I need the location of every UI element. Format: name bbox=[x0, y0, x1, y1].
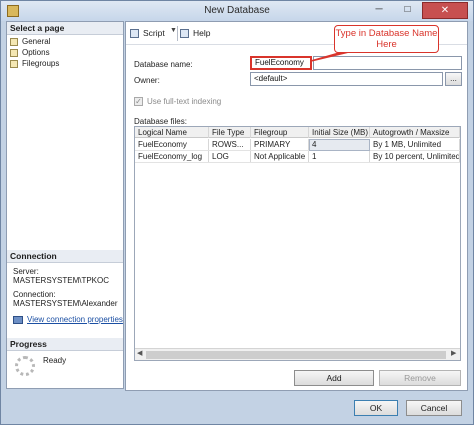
column-header[interactable]: Initial Size (MB) bbox=[309, 127, 370, 138]
title-bar: New Database ─ □ ✕ bbox=[1, 1, 473, 21]
column-header[interactable]: File Type bbox=[209, 127, 251, 138]
column-header[interactable]: Filegroup bbox=[251, 127, 309, 138]
script-dropdown-arrow[interactable]: ▼ bbox=[170, 27, 177, 34]
cell-filegroup[interactable]: Not Applicable bbox=[251, 151, 309, 162]
scroll-left-arrow-icon[interactable]: ◀ bbox=[137, 349, 142, 357]
database-files-grid: Logical Name File Type Filegroup Initial… bbox=[134, 126, 461, 361]
script-icon bbox=[130, 29, 139, 38]
page-icon bbox=[10, 38, 18, 46]
add-button[interactable]: Add bbox=[294, 370, 374, 386]
cell-file-type[interactable]: LOG bbox=[209, 151, 251, 162]
database-name-label: Database name: bbox=[134, 60, 193, 69]
page-filegroups-label: Filegroups bbox=[22, 59, 60, 68]
right-pane: Script ▼ Help Database name: FuelEconomy… bbox=[125, 21, 468, 391]
scroll-right-arrow-icon[interactable]: ▶ bbox=[451, 349, 456, 357]
database-name-input-extension[interactable] bbox=[313, 56, 462, 70]
table-row[interactable]: FuelEconomy_log LOG Not Applicable 1 By … bbox=[135, 151, 460, 163]
remove-button[interactable]: Remove bbox=[379, 370, 461, 386]
page-general-label: General bbox=[22, 37, 51, 46]
left-pane: Select a page General Options Filegroups… bbox=[6, 21, 124, 389]
select-page-header: Select a page bbox=[7, 22, 123, 35]
fulltext-label: Use full-text indexing bbox=[147, 97, 222, 106]
annotation-callout: Type in Database Name Here bbox=[334, 25, 439, 53]
cell-logical-name[interactable]: FuelEconomy_log bbox=[135, 151, 209, 162]
connection-value: MASTERSYSTEM\Alexander bbox=[13, 299, 118, 308]
toolbar-separator bbox=[177, 26, 178, 41]
owner-label: Owner: bbox=[134, 76, 160, 85]
page-icon bbox=[10, 60, 18, 68]
cell-initial-size[interactable]: 1 bbox=[309, 151, 370, 162]
owner-browse-button[interactable]: ... bbox=[445, 72, 462, 86]
cell-initial-size[interactable]: 4 bbox=[309, 139, 370, 150]
cell-autogrowth[interactable]: By 10 percent, Unlimited bbox=[370, 151, 460, 162]
ok-button[interactable]: OK bbox=[354, 400, 398, 416]
progress-spinner-icon bbox=[15, 356, 35, 376]
owner-input[interactable]: <default> bbox=[250, 72, 443, 86]
page-options-label: Options bbox=[22, 48, 50, 57]
maximize-button[interactable]: □ bbox=[394, 2, 421, 19]
progress-header: Progress bbox=[7, 338, 123, 351]
progress-status: Ready bbox=[43, 356, 67, 365]
cell-logical-name[interactable]: FuelEconomy bbox=[135, 139, 209, 150]
properties-icon bbox=[13, 316, 23, 324]
table-row[interactable]: FuelEconomy ROWS... PRIMARY 4 By 1 MB, U… bbox=[135, 139, 460, 151]
minimize-button[interactable]: ─ bbox=[365, 2, 393, 19]
database-name-input[interactable]: FuelEconomy bbox=[250, 56, 312, 70]
horizontal-scrollbar[interactable]: ◀ ▶ bbox=[135, 348, 460, 360]
cell-file-type[interactable]: ROWS... bbox=[209, 139, 251, 150]
database-files-label: Database files: bbox=[134, 117, 187, 126]
help-button[interactable]: Help bbox=[180, 27, 210, 40]
cell-filegroup[interactable]: PRIMARY bbox=[251, 139, 309, 150]
page-options[interactable]: Options bbox=[10, 47, 50, 58]
script-button[interactable]: Script bbox=[130, 27, 165, 40]
close-button[interactable]: ✕ bbox=[422, 2, 468, 19]
page-general[interactable]: General bbox=[10, 36, 50, 47]
page-filegroups[interactable]: Filegroups bbox=[10, 58, 59, 69]
view-connection-properties-link[interactable]: View connection properties bbox=[13, 315, 123, 324]
cancel-button[interactable]: Cancel bbox=[406, 400, 462, 416]
dialog-window: New Database ─ □ ✕ Select a page General… bbox=[0, 0, 474, 425]
cell-autogrowth[interactable]: By 1 MB, Unlimited bbox=[370, 139, 460, 150]
server-value: MASTERSYSTEM\TPKOC bbox=[13, 276, 110, 285]
grid-header: Logical Name File Type Filegroup Initial… bbox=[135, 127, 460, 138]
page-icon bbox=[10, 49, 18, 57]
connection-header: Connection bbox=[7, 250, 123, 263]
column-header[interactable]: Autogrowth / Maxsize bbox=[370, 127, 460, 138]
scroll-thumb[interactable] bbox=[146, 351, 446, 359]
column-header[interactable]: Logical Name bbox=[135, 127, 209, 138]
view-connection-properties-label: View connection properties bbox=[27, 315, 123, 324]
script-label: Script bbox=[143, 28, 165, 38]
help-icon bbox=[180, 29, 189, 38]
help-label: Help bbox=[193, 28, 211, 38]
fulltext-checkbox[interactable]: ✓ bbox=[134, 97, 143, 106]
